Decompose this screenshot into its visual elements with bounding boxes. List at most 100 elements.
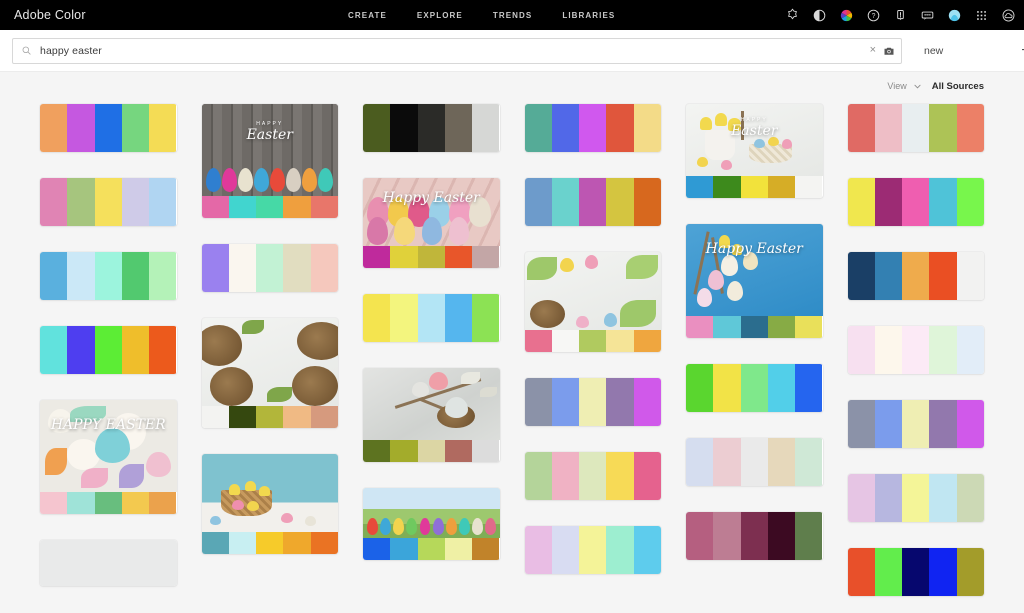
color-swatch[interactable] (956, 548, 984, 596)
color-swatch[interactable] (551, 330, 580, 352)
color-swatch[interactable] (444, 538, 473, 560)
color-swatch[interactable] (390, 246, 418, 268)
color-swatch[interactable] (633, 178, 661, 226)
color-theme-card[interactable] (40, 326, 177, 374)
color-swatch[interactable] (228, 406, 257, 428)
color-swatch[interactable] (902, 252, 930, 300)
color-swatch[interactable] (67, 104, 95, 152)
color-theme-card[interactable]: Happy Easter (363, 178, 500, 268)
color-swatch[interactable] (579, 330, 607, 352)
color-swatch[interactable] (67, 492, 95, 514)
color-theme-card[interactable]: HAPPY EASTER (40, 400, 177, 514)
color-swatch[interactable] (686, 512, 714, 560)
chevron-down-icon[interactable] (913, 82, 922, 91)
color-swatch[interactable] (767, 176, 796, 198)
color-swatch[interactable] (579, 104, 607, 152)
color-swatch[interactable] (472, 538, 500, 560)
color-swatch[interactable] (606, 178, 634, 226)
color-swatch[interactable] (444, 440, 473, 462)
color-swatch[interactable] (874, 474, 903, 522)
color-swatch[interactable] (713, 438, 741, 486)
feedback-chat-icon[interactable] (920, 8, 935, 23)
color-wheel-icon[interactable] (839, 8, 854, 23)
color-theme-card[interactable] (524, 104, 661, 152)
color-swatch[interactable] (94, 326, 122, 374)
color-swatch[interactable] (149, 252, 177, 300)
color-theme-card[interactable] (847, 326, 984, 374)
color-swatch[interactable] (767, 438, 796, 486)
color-swatch[interactable] (228, 244, 257, 292)
color-swatch[interactable] (94, 252, 122, 300)
color-theme-card[interactable]: HAPPY Easter (686, 104, 823, 198)
color-swatch[interactable] (579, 452, 607, 500)
color-swatch[interactable] (929, 400, 957, 448)
color-swatch[interactable] (874, 548, 903, 596)
color-swatch[interactable] (94, 104, 122, 152)
color-swatch[interactable] (579, 178, 607, 226)
color-swatch[interactable] (740, 438, 768, 486)
badge-star-icon[interactable] (785, 8, 800, 23)
color-theme-card[interactable] (40, 178, 177, 226)
color-theme-card[interactable] (524, 378, 661, 426)
color-theme-card[interactable] (524, 178, 661, 226)
color-theme-card[interactable] (847, 400, 984, 448)
color-swatch[interactable] (472, 440, 500, 462)
color-theme-card[interactable] (201, 244, 338, 292)
color-swatch[interactable] (847, 326, 875, 374)
color-swatch[interactable] (201, 532, 229, 554)
contrast-circle-icon[interactable] (812, 8, 827, 23)
color-swatch[interactable] (228, 196, 257, 218)
color-swatch[interactable] (847, 400, 875, 448)
search-input[interactable]: happy easter (32, 45, 866, 57)
color-swatch[interactable] (121, 104, 150, 152)
color-swatch[interactable] (847, 178, 875, 226)
color-swatch[interactable] (444, 246, 473, 268)
color-swatch[interactable] (40, 326, 68, 374)
color-theme-card[interactable] (847, 252, 984, 300)
color-swatch[interactable] (686, 364, 714, 412)
color-swatch[interactable] (551, 378, 580, 426)
color-swatch[interactable] (874, 178, 903, 226)
color-swatch[interactable] (121, 178, 150, 226)
color-swatch[interactable] (228, 532, 257, 554)
color-swatch[interactable] (902, 400, 930, 448)
color-swatch[interactable] (686, 316, 714, 338)
color-swatch[interactable] (579, 526, 607, 574)
color-swatch[interactable] (121, 252, 150, 300)
color-theme-card[interactable] (686, 512, 823, 560)
color-swatch[interactable] (713, 364, 741, 412)
color-swatch[interactable] (417, 440, 445, 462)
color-swatch[interactable] (606, 452, 634, 500)
color-swatch[interactable] (417, 246, 445, 268)
color-swatch[interactable] (67, 326, 95, 374)
color-swatch[interactable] (310, 406, 338, 428)
color-swatch[interactable] (363, 246, 391, 268)
color-swatch[interactable] (902, 548, 930, 596)
color-swatch[interactable] (524, 104, 552, 152)
color-swatch[interactable] (767, 364, 796, 412)
color-swatch[interactable] (283, 244, 311, 292)
sort-dropdown-value[interactable]: new (924, 45, 943, 57)
color-swatch[interactable] (606, 378, 634, 426)
color-swatch[interactable] (390, 104, 418, 152)
color-swatch[interactable] (902, 326, 930, 374)
color-swatch[interactable] (363, 294, 391, 342)
color-swatch[interactable] (795, 438, 823, 486)
color-swatch[interactable] (929, 548, 957, 596)
color-theme-card[interactable] (524, 452, 661, 500)
color-theme-card[interactable] (686, 364, 823, 412)
color-swatch[interactable] (363, 440, 391, 462)
color-theme-card[interactable]: Happy Easter (686, 224, 823, 338)
color-swatch[interactable] (444, 294, 473, 342)
color-swatch[interactable] (524, 452, 552, 500)
color-swatch[interactable] (472, 294, 500, 342)
color-swatch[interactable] (256, 532, 284, 554)
color-swatch[interactable] (847, 252, 875, 300)
color-swatch[interactable] (551, 178, 580, 226)
color-swatch[interactable] (524, 330, 552, 352)
color-swatch[interactable] (363, 104, 391, 152)
color-swatch[interactable] (579, 378, 607, 426)
color-swatch[interactable] (847, 474, 875, 522)
color-swatch[interactable] (633, 378, 661, 426)
color-theme-card[interactable] (847, 104, 984, 152)
